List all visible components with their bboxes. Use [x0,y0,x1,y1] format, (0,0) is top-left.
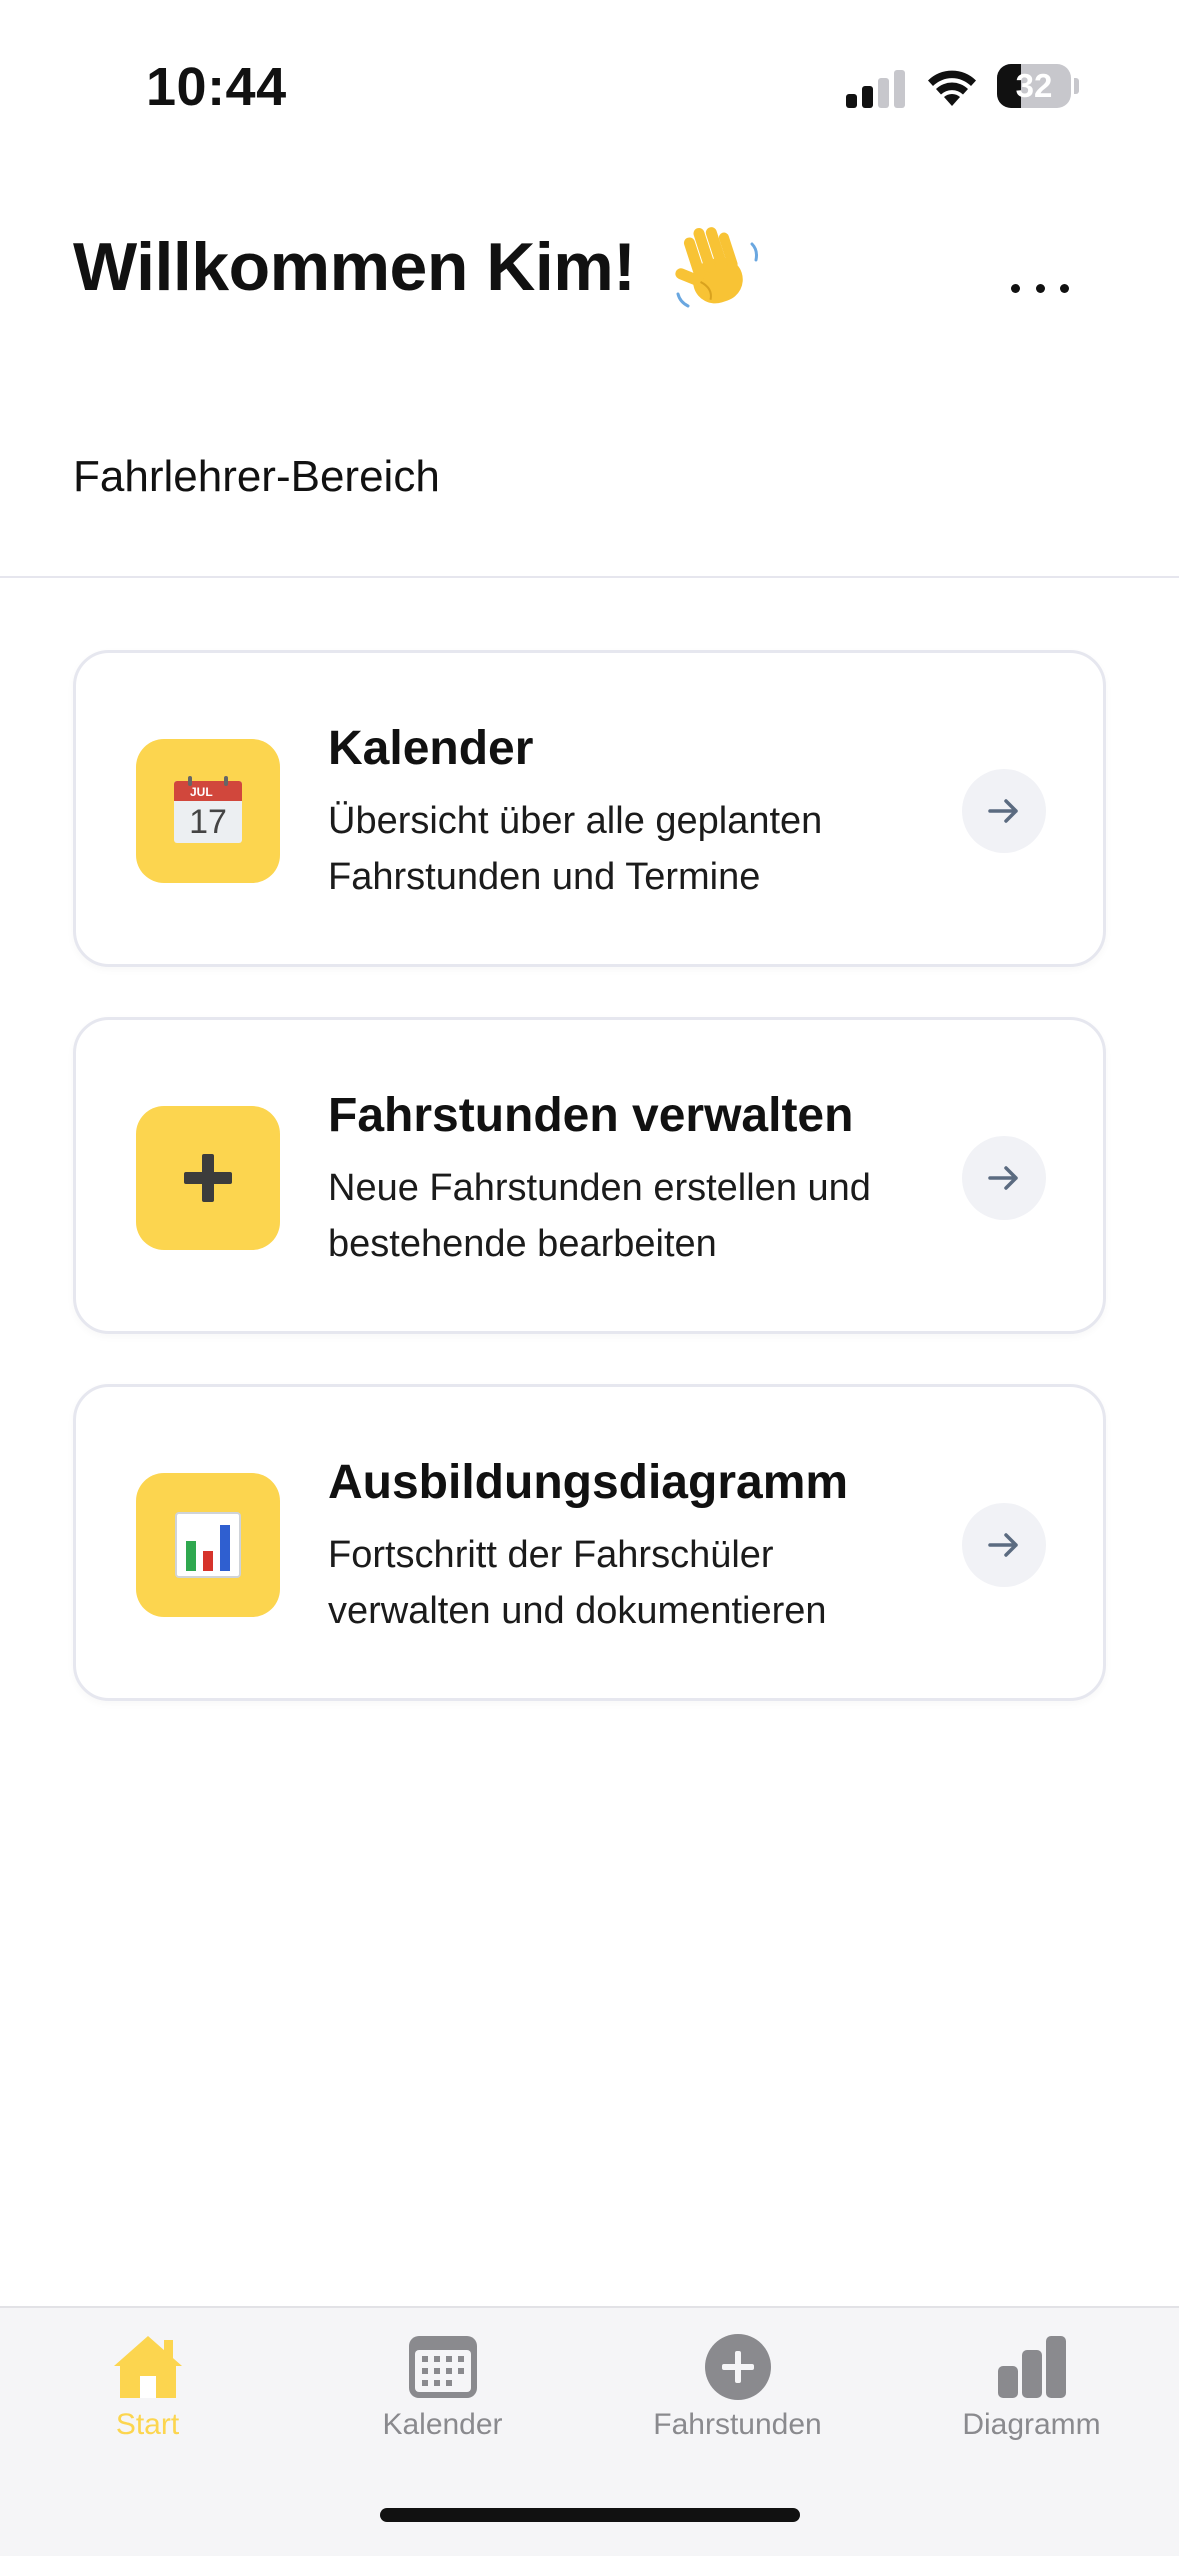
tab-label: Kalender [382,2408,503,2441]
arrow-right-icon [988,1166,1018,1190]
card-description: Neue Fahrstunden erstellen und bestehend… [328,1167,871,1265]
section-label: Fahrlehrer-Bereich [73,452,440,501]
calendar-day: 17 [189,803,227,841]
tab-start[interactable]: Start [0,2308,295,2458]
home-icon [113,2336,182,2398]
home-indicator [380,2508,800,2522]
tab-diagramm[interactable]: Diagramm [884,2308,1179,2458]
card-kalender[interactable]: JUL 17 Kalender Übersicht über alle gepl… [73,650,1106,967]
card-icon-box [136,1473,280,1617]
card-title: Fahrstunden verwalten [328,1089,854,1142]
plus-icon [184,1154,232,1202]
more-dots-icon [1011,283,1020,293]
waving-hand-icon [675,227,758,308]
tab-fahrstunden[interactable]: Fahrstunden [590,2308,885,2458]
status-bar: 10:44 32 [0,0,1179,175]
card-title: Kalender [328,722,534,775]
more-options-button[interactable] [1005,268,1075,308]
tab-label: Start [115,2408,180,2441]
card-icon-box: JUL 17 [136,739,280,883]
arrow-right-icon [988,799,1018,823]
status-time: 10:44 [146,57,287,117]
battery-cap [1074,78,1079,94]
card-fahrstunden-verwalten[interactable]: Fahrstunden verwalten Neue Fahrstunden e… [73,1017,1106,1334]
cellular-signal-icon [846,68,906,108]
battery-icon: 32 [997,64,1079,108]
card-description: Übersicht über alle geplanten Fahrstunde… [328,800,823,898]
battery-percent: 32 [1015,67,1053,104]
tab-kalender[interactable]: Kalender [295,2308,590,2458]
arrow-right-icon [988,1533,1018,1557]
card-ausbildungsdiagramm[interactable]: Ausbildungsdiagramm Fortschritt der Fahr… [73,1384,1106,1701]
calendar-month: JUL [190,785,213,799]
card-icon-box [136,1106,280,1250]
card-arrow-button[interactable] [962,1136,1046,1220]
card-title: Ausbildungsdiagramm [328,1456,849,1509]
card-arrow-button[interactable] [962,769,1046,853]
wifi-icon [928,70,976,106]
bar-chart-icon [997,2336,1066,2398]
calendar-icon [408,2336,477,2398]
card-arrow-button[interactable] [962,1503,1046,1587]
tab-label: Fahrstunden [653,2408,822,2441]
battery-body: 32 [997,64,1071,108]
tab-label: Diagramm [962,2408,1101,2441]
welcome-title: Willkommen Kim! [73,229,636,305]
bar-chart-icon [175,1512,241,1578]
header-divider [0,576,1179,578]
plus-circle-icon [704,2334,771,2400]
calendar-icon: JUL 17 [174,776,242,843]
card-description: Fortschritt der Fahrschüler verwalten un… [328,1534,827,1632]
